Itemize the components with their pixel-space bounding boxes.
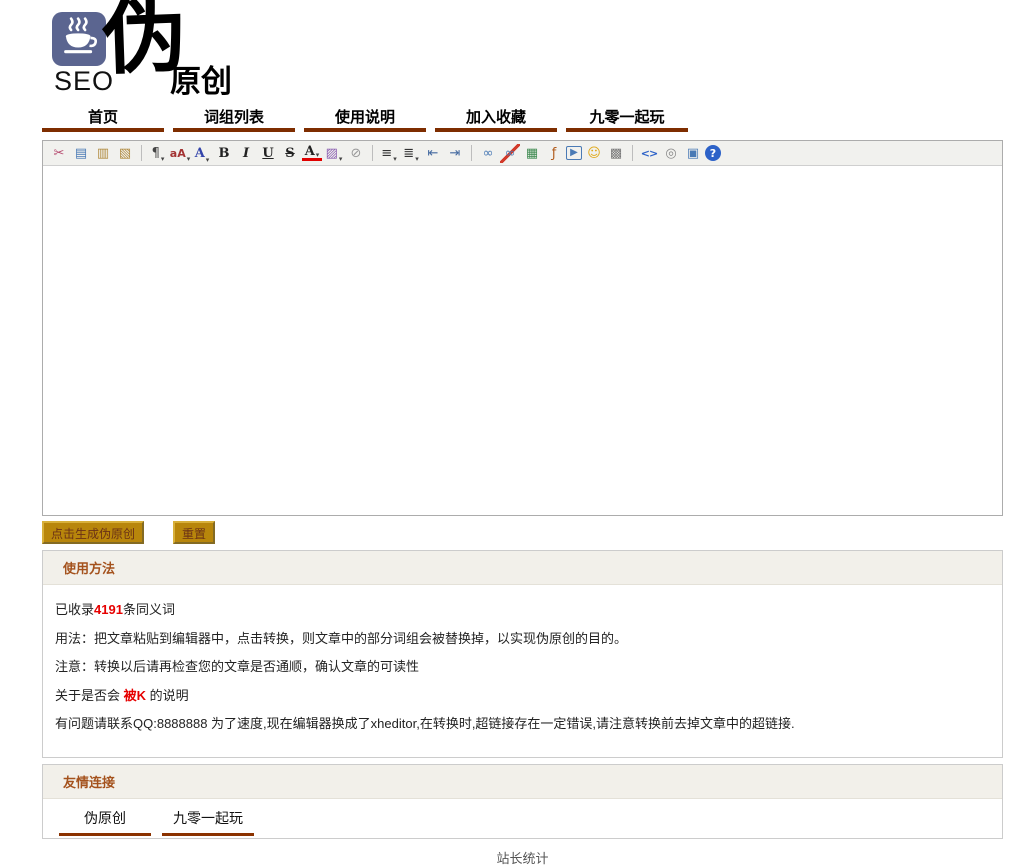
blocktag-icon[interactable]: ¶ [148, 144, 168, 163]
editor-toolbar: ✂▤▥▧¶aAABIUSA▨⊘≡≣⇤⇥∞∞▦ƒ▶☺▩<>◎▣? [43, 141, 1002, 166]
back-color-icon[interactable]: ▨ [324, 144, 344, 163]
usage-panel-body: 已收录4191条同义词 用法：把文章粘贴到编辑器中，点击转换，则文章中的部分词组… [43, 585, 1002, 757]
unlink-icon[interactable]: ∞ [500, 144, 520, 163]
remove-format-icon[interactable]: ⊘ [346, 144, 366, 163]
cut-icon[interactable]: ✂ [49, 144, 69, 163]
usage-line-howto: 用法：把文章粘贴到编辑器中，点击转换，则文章中的部分词组会被替换掉，以实现伪原创… [55, 631, 988, 647]
tab-instructions[interactable]: 使用说明 [304, 104, 426, 132]
usage-line-bek: 关于是否会 被K 的说明 [55, 688, 988, 704]
align-icon[interactable]: ≡ [379, 144, 399, 163]
editor-body[interactable] [43, 166, 1002, 515]
usage-line4-pre: 关于是否会 [55, 688, 124, 703]
usage-line-synonym-count: 已收录4191条同义词 [55, 602, 988, 618]
copy-icon[interactable]: ▤ [71, 144, 91, 163]
underline-icon[interactable]: U [258, 144, 278, 163]
about-icon[interactable]: ? [705, 145, 721, 161]
actions-row: 点击生成伪原创 重置 [42, 521, 1003, 544]
paste-text-icon[interactable]: ▧ [115, 144, 135, 163]
usage-line1-pre: 已收录 [55, 602, 94, 617]
bek-highlight: 被K [124, 688, 146, 703]
media-icon[interactable]: ▶ [566, 146, 582, 160]
link-icon[interactable]: ∞ [478, 144, 498, 163]
rich-text-editor: ✂▤▥▧¶aAABIUSA▨⊘≡≣⇤⇥∞∞▦ƒ▶☺▩<>◎▣? [42, 140, 1003, 516]
webmaster-stats-link[interactable]: 站长统计 [42, 848, 1003, 867]
tab-home[interactable]: 首页 [42, 104, 164, 132]
logo-calligraphy-sub: 原创 [170, 56, 232, 101]
image-icon[interactable]: ▦ [522, 144, 542, 163]
font-size-icon[interactable]: A [192, 144, 212, 163]
site-logo[interactable] [52, 12, 106, 66]
toolbar-separator [141, 145, 142, 161]
outdent-icon[interactable]: ⇤ [423, 144, 443, 163]
italic-icon[interactable]: I [236, 144, 256, 163]
usage-panel-title: 使用方法 [43, 551, 1002, 585]
friend-link-90-play[interactable]: 九零一起玩 [162, 807, 254, 836]
generate-button[interactable]: 点击生成伪原创 [42, 521, 144, 544]
site-header: SEO 伪 原创 [0, 0, 1028, 104]
main-nav: 首页 词组列表 使用说明 加入收藏 九零一起玩 [42, 104, 1028, 132]
bold-icon[interactable]: B [214, 144, 234, 163]
emoticon-icon[interactable]: ☺ [584, 144, 604, 163]
list-icon[interactable]: ≣ [401, 144, 421, 163]
usage-line1-post: 条同义词 [123, 602, 175, 617]
friend-links-row: 伪原创 九零一起玩 [43, 799, 1002, 838]
indent-icon[interactable]: ⇥ [445, 144, 465, 163]
preview-icon[interactable]: ◎ [661, 144, 681, 163]
font-family-icon[interactable]: aA [170, 144, 190, 163]
usage-line4-post: 的说明 [146, 688, 189, 703]
source-icon[interactable]: <> [639, 144, 659, 163]
friend-links-panel: 友情连接 伪原创 九零一起玩 [42, 764, 1003, 839]
friend-links-title: 友情连接 [43, 765, 1002, 799]
synonym-count: 4191 [94, 602, 123, 617]
table-icon[interactable]: ▩ [606, 144, 626, 163]
tab-phrase-list[interactable]: 词组列表 [173, 104, 295, 132]
fullscreen-icon[interactable]: ▣ [683, 144, 703, 163]
usage-line-notice: 注意：转换以后请再检查您的文章是否通顺，确认文章的可读性 [55, 659, 988, 675]
usage-line-contact: 有问题请联系QQ:8888888 为了速度,现在编辑器换成了xheditor,在… [55, 716, 988, 732]
tab-add-favorite[interactable]: 加入收藏 [435, 104, 557, 132]
usage-panel: 使用方法 已收录4191条同义词 用法：把文章粘贴到编辑器中，点击转换，则文章中… [42, 550, 1003, 758]
toolbar-separator [632, 145, 633, 161]
paste-icon[interactable]: ▥ [93, 144, 113, 163]
reset-button[interactable]: 重置 [173, 521, 215, 544]
toolbar-separator [471, 145, 472, 161]
flash-icon[interactable]: ƒ [544, 144, 564, 163]
toolbar-separator [372, 145, 373, 161]
friend-link-weiyuanchuang[interactable]: 伪原创 [59, 807, 151, 836]
tab-90-play[interactable]: 九零一起玩 [566, 104, 688, 132]
strikethrough-icon[interactable]: S [280, 144, 300, 163]
font-color-icon[interactable]: A [302, 145, 322, 161]
coffee-cup-icon [58, 16, 100, 63]
